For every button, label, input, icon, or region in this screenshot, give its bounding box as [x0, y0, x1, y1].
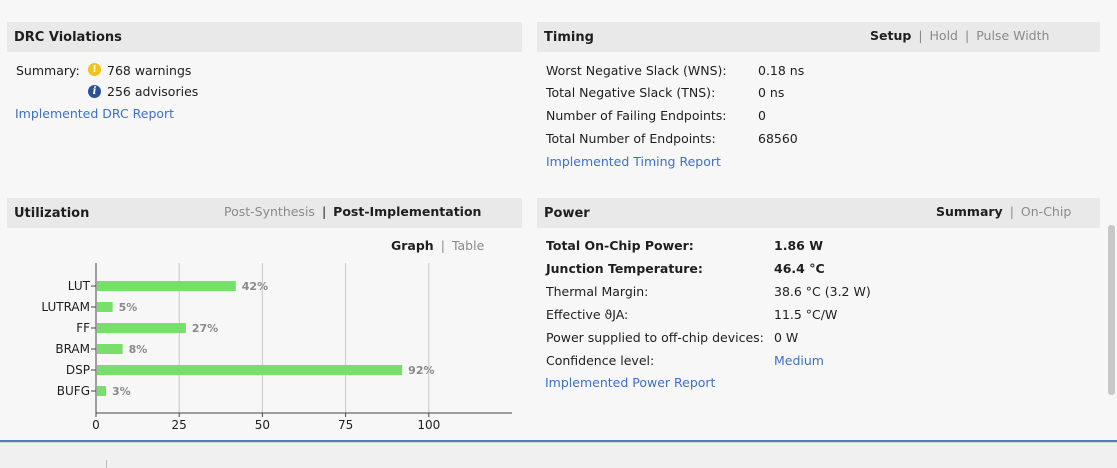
utilization-tabs: Post-Synthesis | Post-Implementation	[224, 204, 481, 219]
drc-warnings: 768 warnings	[107, 63, 192, 78]
value-label: 3%	[112, 385, 131, 398]
bar-bufg	[97, 386, 106, 396]
timing-endpoints-label: Total Number of Endpoints:	[546, 131, 716, 146]
value-label: 92%	[408, 364, 434, 377]
utilization-chart: 0 25 50 75 100 LUT 42% LUTRAM 5% FF 27% BRAM 8% DSP 92…	[41, 263, 512, 432]
drc-title: DRC Violations	[14, 30, 122, 45]
tab-separator: |	[1009, 204, 1014, 219]
x-tick-label: 50	[255, 418, 270, 432]
category-label: LUT	[68, 279, 91, 293]
power-tabs: Summary | On-Chip	[936, 204, 1071, 219]
x-tick-label: 25	[172, 418, 187, 432]
power-panel: Power Summary | On-Chip Total On-Chip Powe…	[537, 198, 1100, 398]
bar-bram	[97, 344, 123, 354]
timing-panel: Timing Setup | Hold | Pulse Width Worst Nega…	[537, 22, 1100, 177]
power-report-link[interactable]: Implemented Power Report	[545, 375, 715, 390]
timing-report-link[interactable]: Implemented Timing Report	[546, 154, 721, 169]
category-label: DSP	[66, 363, 90, 377]
timing-tns-label: Total Negative Slack (TNS):	[546, 85, 716, 100]
power-theta-label: Effective ϑJA:	[546, 307, 629, 322]
power-header: Power Summary | On-Chip	[537, 198, 1100, 228]
category-label: FF	[76, 321, 90, 335]
tab-on-chip[interactable]: On-Chip	[1021, 204, 1071, 219]
value-label: 8%	[129, 343, 148, 356]
tab-pulse-width[interactable]: Pulse Width	[976, 28, 1049, 43]
category-label: LUTRAM	[41, 300, 90, 314]
category-label: BUFG	[57, 384, 90, 398]
category-label: BRAM	[55, 342, 90, 356]
tab-separator: |	[918, 28, 923, 43]
drc-advisories: 256 advisories	[107, 84, 199, 99]
warning-icon: !	[88, 63, 101, 76]
power-offchip-label: Power supplied to off-chip devices:	[546, 330, 764, 345]
utilization-view-tabs: Graph | Table	[391, 238, 484, 253]
tab-summary[interactable]: Summary	[936, 204, 1003, 219]
tab-table[interactable]: Table	[452, 238, 484, 253]
info-icon: i	[88, 85, 101, 98]
power-offchip-value: 0 W	[774, 330, 799, 345]
tab-post-synthesis[interactable]: Post-Synthesis	[224, 204, 315, 219]
power-total-label: Total On-Chip Power:	[546, 238, 694, 253]
value-label: 5%	[119, 301, 138, 314]
timing-header: Timing Setup | Hold | Pulse Width	[537, 22, 1100, 52]
drc-panel: DRC Violations Summary: ! 768 warnings i…	[7, 22, 522, 172]
value-label: 27%	[192, 322, 218, 335]
timing-wns-value: 0.18 ns	[758, 63, 805, 78]
x-tick-label: 0	[92, 418, 100, 432]
timing-endpoints-value: 68560	[758, 131, 798, 146]
power-title: Power	[544, 206, 590, 221]
status-bar	[0, 442, 1117, 468]
timing-failing-label: Number of Failing Endpoints:	[546, 108, 727, 123]
scrollbar-thumb[interactable]	[1108, 225, 1115, 395]
value-label: 42%	[242, 280, 268, 293]
timing-tabs: Setup | Hold | Pulse Width	[870, 28, 1049, 43]
tab-setup[interactable]: Setup	[870, 28, 911, 43]
bar-lut	[97, 281, 236, 291]
tab-separator: |	[321, 204, 327, 219]
drc-summary-label: Summary:	[16, 63, 80, 78]
power-confidence-label: Confidence level:	[546, 353, 655, 368]
bar-dsp	[97, 365, 403, 375]
timing-title: Timing	[544, 30, 594, 45]
power-theta-value: 11.5 °C/W	[774, 307, 838, 322]
utilization-title: Utilization	[14, 206, 90, 221]
tab-graph[interactable]: Graph	[391, 238, 434, 253]
power-thermal-label: Thermal Margin:	[546, 284, 649, 299]
tab-post-implementation[interactable]: Post-Implementation	[333, 204, 481, 219]
power-junction-value: 46.4 °C	[774, 261, 825, 276]
timing-wns-label: Worst Negative Slack (WNS):	[546, 63, 727, 78]
power-thermal-value: 38.6 °C (3.2 W)	[774, 284, 871, 299]
tab-separator: |	[440, 238, 445, 253]
timing-failing-value: 0	[758, 108, 766, 123]
drc-report-link[interactable]: Implemented DRC Report	[15, 106, 174, 121]
drc-header: DRC Violations	[7, 22, 522, 52]
power-junction-label: Junction Temperature:	[546, 261, 703, 276]
x-tick-label: 100	[417, 418, 440, 432]
power-confidence-value[interactable]: Medium	[774, 353, 824, 368]
bar-ff	[97, 323, 186, 333]
x-tick-label: 75	[338, 418, 353, 432]
bar-lutram	[97, 302, 113, 312]
vertical-scrollbar[interactable]	[1105, 0, 1117, 440]
tab-hold[interactable]: Hold	[930, 28, 958, 43]
timing-tns-value: 0 ns	[758, 85, 785, 100]
tab-separator: |	[965, 28, 970, 43]
power-total-value: 1.86 W	[774, 238, 823, 253]
utilization-header: Utilization Post-Synthesis | Post-Implemen…	[7, 198, 522, 228]
